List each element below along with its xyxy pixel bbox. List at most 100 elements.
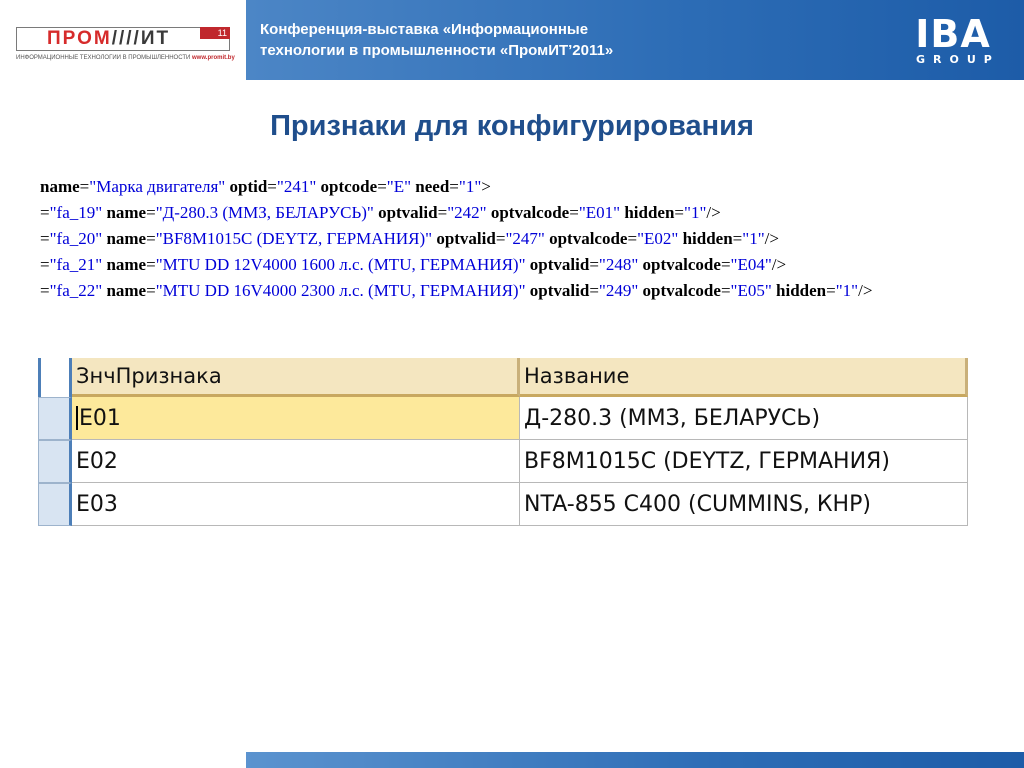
xml-line: name="Марка двигателя" optid="241" optco… [40,174,1010,200]
cell-value-code[interactable]: E03 [72,483,520,526]
xml-token-attr: name [106,229,147,248]
text-caret [76,406,78,430]
xml-token-pun: = [720,255,731,274]
xml-token-pun: = [40,281,50,300]
xml-token-pun: = [569,203,579,222]
xml-token-val: "248" [598,255,639,274]
xml-token-val: "247" [505,229,545,248]
promit-tagline-text: ИНФОРМАЦИОННЫЕ ТЕХНОЛОГИИ В ПРОМЫШЛЕННОС… [16,55,191,61]
xml-token-attr: name [40,177,80,196]
xml-token-val: "Марка двигателя" [89,177,226,196]
promit-logo-word-left: ПРОМ [47,28,112,49]
xml-token-val: "249" [598,281,639,300]
slide-title: Признаки для конфигурирования [270,110,754,142]
promit-logo-word-right: ИТ [140,28,171,49]
xml-token-pun: = [40,255,50,274]
cell-name[interactable]: BF8M1015C (DEYTZ, ГЕРМАНИЯ) [520,440,968,483]
table-row[interactable]: E03 NTA-855 C400 (CUMMINS, КНР) [38,483,974,526]
table-row[interactable]: E01 Д-280.3 (ММЗ, БЕЛАРУСЬ) [38,397,974,440]
attribute-values-grid: ЗнчПризнака Название E01 Д-280.3 (ММЗ, Б… [38,358,974,526]
promit-logo-badge: 11 [200,27,230,39]
xml-token-val: "fa_20" [49,229,103,248]
xml-token-attr: optvalid [529,255,590,274]
xml-token-attr: need [415,177,450,196]
xml-line: ="fa_21" name="MTU DD 12V4000 1600 л.с. … [40,252,1010,278]
xml-token-pun: /> [771,255,787,274]
xml-token-attr: hidden [776,281,827,300]
xml-token-pun: = [627,229,638,248]
xml-token-val: "fa_21" [49,255,103,274]
xml-line: ="fa_19" name="Д-280.3 (ММЗ, БЕЛАРУСЬ)" … [40,200,1010,226]
xml-token-val: "fa_22" [49,281,103,300]
footer-band [246,752,1024,768]
xml-token-pun: /> [764,229,779,248]
xml-token-val: "1" [458,177,482,196]
xml-token-attr: optvalid [529,281,590,300]
xml-token-pun: = [146,229,156,248]
promit-logo-wordmark: ПРОМ////ИТ [47,28,170,50]
xml-token-val: "242" [447,203,487,222]
xml-token-pun: = [79,177,90,196]
grid-header-row: ЗнчПризнака Название [38,358,974,397]
xml-token-val: "BF8M1015C (DEYTZ, ГЕРМАНИЯ)" [155,229,433,248]
xml-token-pun: = [826,281,836,300]
xml-token-pun: = [495,229,506,248]
row-selector[interactable] [38,440,72,483]
xml-token-val: "E04" [730,255,772,274]
cell-name[interactable]: NTA-855 C400 (CUMMINS, КНР) [520,483,968,526]
xml-token-attr: optvalcode [549,229,628,248]
xml-token-pun: = [437,203,448,222]
xml-token-pun: = [146,203,156,222]
table-row[interactable]: E02 BF8M1015C (DEYTZ, ГЕРМАНИЯ) [38,440,974,483]
xml-token-pun: = [377,177,387,196]
cell-name[interactable]: Д-280.3 (ММЗ, БЕЛАРУСЬ) [520,397,968,440]
iba-logo-main: IBA [915,12,991,56]
xml-token-attr: optid [229,177,268,196]
xml-token-attr: optcode [320,177,378,196]
xml-token-val: "1" [742,229,765,248]
xml-token-pun: = [720,281,731,300]
xml-token-pun: = [449,177,459,196]
xml-token-val: "241" [276,177,317,196]
cell-value-code[interactable]: E02 [72,440,520,483]
xml-token-pun: = [146,281,156,300]
xml-token-val: "E" [386,177,412,196]
xml-token-val: "E02" [637,229,679,248]
column-header-value-code[interactable]: ЗнчПризнака [72,358,520,397]
xml-token-val: "fa_19" [49,203,103,222]
xml-token-pun: = [40,229,50,248]
xml-token-pun: = [732,229,743,248]
xml-token-val: "MTU DD 16V4000 2300 л.с. (MTU, ГЕРМАНИЯ… [155,281,526,300]
xml-token-val: "MTU DD 12V4000 1600 л.с. (MTU, ГЕРМАНИЯ… [155,255,526,274]
xml-token-pun: = [674,203,685,222]
cell-value-code[interactable]: E01 [72,397,520,440]
iba-logo-sub: GROUP [916,53,1000,66]
xml-token-attr: optvalid [378,203,438,222]
xml-token-attr: name [106,203,147,222]
xml-token-attr: name [106,255,147,274]
row-selector[interactable] [38,397,72,440]
xml-token-val: "E01" [578,203,621,222]
xml-token-attr: optvalid [436,229,496,248]
xml-token-val: "E05" [730,281,772,300]
xml-token-pun: /> [858,281,873,300]
xml-token-pun: = [589,281,599,300]
promit-logo-tagline: ИНФОРМАЦИОННЫЕ ТЕХНОЛОГИИ В ПРОМЫШЛЕННОС… [16,55,246,61]
xml-token-attr: optvalcode [642,281,721,300]
xml-token-attr: optvalcode [642,255,721,274]
grid-corner [38,358,72,397]
column-header-name[interactable]: Название [520,358,968,397]
xml-token-attr: hidden [682,229,733,248]
xml-token-pun: = [267,177,277,196]
xml-token-attr: optvalcode [490,203,570,222]
xml-token-pun: = [589,255,599,274]
conference-title: Конференция-выставка «Информационные тех… [260,19,760,61]
conference-title-line2: технологии в промышленности «ПромИТ’2011… [260,42,614,59]
promit-logo-frame: ПРОМ////ИТ 11 [16,27,230,51]
row-selector[interactable] [38,483,72,526]
xml-token-val: "Д-280.3 (ММЗ, БЕЛАРУСЬ)" [155,203,374,222]
xml-token-pun: = [40,203,50,222]
xml-token-val: "1" [684,203,707,222]
xml-line: ="fa_22" name="MTU DD 16V4000 2300 л.с. … [40,278,1010,304]
conference-title-line1: Конференция-выставка «Информационные [260,21,589,38]
